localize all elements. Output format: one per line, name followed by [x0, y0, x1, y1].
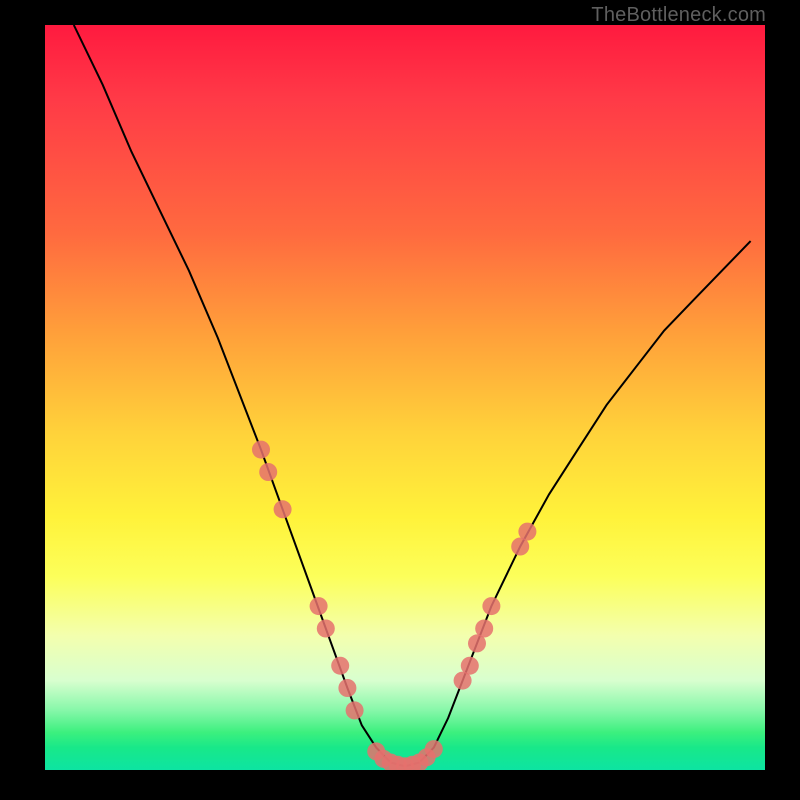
data-marker [252, 441, 270, 459]
data-marker [274, 500, 292, 518]
bottleneck-curve [74, 25, 751, 766]
attribution-text: TheBottleneck.com [591, 4, 766, 27]
plot-area [45, 25, 765, 770]
data-marker [310, 597, 328, 615]
data-marker [482, 597, 500, 615]
chart-svg [45, 25, 765, 770]
data-marker [259, 463, 277, 481]
data-marker [518, 523, 536, 541]
data-marker [317, 620, 335, 638]
data-marker [461, 657, 479, 675]
chart-frame: TheBottleneck.com [0, 0, 800, 800]
data-marker [475, 620, 493, 638]
marker-group [252, 441, 536, 770]
data-marker [425, 740, 443, 758]
data-marker [346, 701, 364, 719]
data-marker [338, 679, 356, 697]
data-marker [331, 657, 349, 675]
